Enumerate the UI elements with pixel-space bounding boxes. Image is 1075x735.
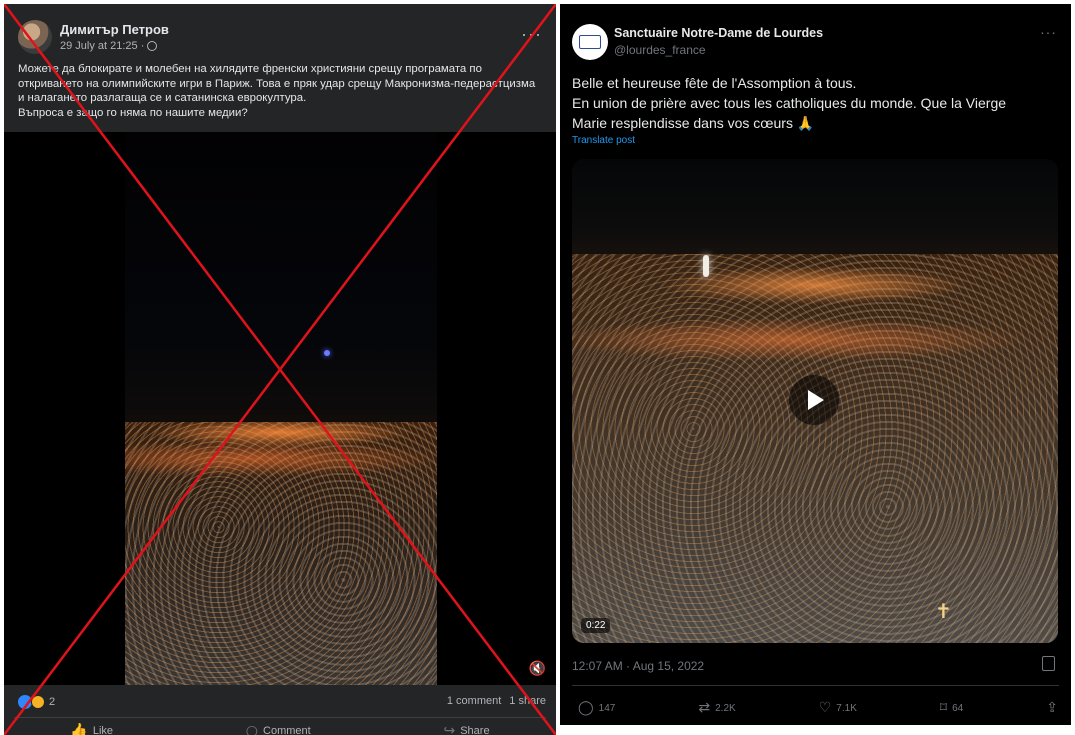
tweet-text-line: En union de prière avec tous les catholi… <box>572 95 1007 111</box>
share-button[interactable]: ⇪ <box>1046 700 1058 716</box>
thumbs-up-icon: 👍 <box>70 723 88 735</box>
heart-icon: ♡ <box>818 700 832 716</box>
twitter-post: Sanctuaire Notre-Dame de Lourdes @lourde… <box>560 4 1071 725</box>
like-label: Like <box>92 725 114 735</box>
video-duration: 0:22 <box>581 618 611 633</box>
play-icon <box>808 390 824 410</box>
post-date-text: 29 July at 21:25 · <box>60 40 145 52</box>
share-icon: ⇪ <box>1046 700 1058 716</box>
tweet-text-line: Belle et heureuse fête de l'Assomption à… <box>572 75 857 91</box>
share-icon: ↪ <box>443 723 456 735</box>
reply-button[interactable]: ◯ 147 <box>578 700 615 716</box>
statue <box>703 255 709 277</box>
candlelight-crowd <box>125 422 437 685</box>
post-text-line: и налагането разлагаща се и сатанинска е… <box>18 92 307 104</box>
post-video[interactable]: 🔇 <box>4 132 556 685</box>
video-light <box>324 350 330 356</box>
like-count: 7.1K <box>836 702 857 714</box>
post-text-line: Въпроса е защо го няма по нашите медии? <box>18 106 248 119</box>
reaction-count: 2 <box>49 696 56 708</box>
candlelight-crowd <box>572 254 1058 643</box>
post-text-line: Можете да блокирате и молебен на хилядит… <box>18 63 482 75</box>
tweet-text: Belle et heureuse fête de l'Assomption à… <box>572 73 1067 133</box>
comment-label: Comment <box>263 725 311 735</box>
globe-icon <box>147 41 158 51</box>
actions-divider <box>572 685 1059 686</box>
sanctuary-logo-icon <box>579 35 601 49</box>
tweet-actions: ◯ 147 ⇄ 2.2K ♡ 7.1K ⌑ 64 ⇪ <box>578 700 1058 716</box>
reply-count: 147 <box>598 702 616 714</box>
like-button[interactable]: 👍 Like <box>70 723 113 735</box>
comment-icon: ○ <box>245 723 259 735</box>
footer-divider <box>14 717 546 718</box>
tweet-video[interactable]: ✝ 0:22 <box>572 159 1058 643</box>
post-actions: 👍 Like ○ Comment ↪ Share <box>4 723 556 735</box>
bookmark-button[interactable]: ⌑ 64 <box>940 700 963 716</box>
author-name[interactable]: Димитър Петров <box>60 22 169 37</box>
facebook-post-header: Димитър Петров 29 July at 21:25 · ··· Мо… <box>4 4 556 132</box>
more-options-button[interactable]: ··· <box>521 24 542 45</box>
author-avatar[interactable] <box>18 20 52 54</box>
bookmark-icon: ⌑ <box>939 700 948 716</box>
reply-icon: ◯ <box>578 700 594 716</box>
shares-count[interactable]: 1 share <box>509 695 546 707</box>
wow-reaction-icon <box>31 695 45 709</box>
facebook-post: Димитър Петров 29 July at 21:25 · ··· Мо… <box>4 4 556 735</box>
engagement-counts: 1 comment 1 share <box>447 695 546 707</box>
play-button[interactable] <box>789 375 839 425</box>
analytics-icon[interactable] <box>1042 656 1055 671</box>
post-text-line: откриването на олимпийските игри в Париж… <box>18 77 536 90</box>
comment-button[interactable]: ○ Comment <box>246 723 311 735</box>
repost-icon: ⇄ <box>698 700 711 716</box>
tweet-timestamp[interactable]: 12:07 AM · Aug 15, 2022 <box>572 659 704 673</box>
cross-icon: ✝ <box>935 601 952 623</box>
post-footer: 2 1 comment 1 share 👍 Like ○ Comment ↪ Shar… <box>4 685 556 735</box>
post-date[interactable]: 29 July at 21:25 · <box>60 40 158 52</box>
account-handle[interactable]: @lourdes_france <box>614 43 706 57</box>
bookmark-count: 64 <box>952 702 964 714</box>
comments-count[interactable]: 1 comment <box>447 695 501 707</box>
repost-count: 2.2K <box>715 702 736 714</box>
mute-icon[interactable]: 🔇 <box>529 660 546 677</box>
account-avatar[interactable] <box>572 24 608 60</box>
share-button[interactable]: ↪ Share <box>443 723 489 735</box>
tweet-text-line: Marie resplendisse dans vos cœurs 🙏 <box>572 115 815 131</box>
account-name[interactable]: Sanctuaire Notre-Dame de Lourdes <box>614 26 823 40</box>
video-frame[interactable] <box>125 132 437 685</box>
post-text: Можете да блокирате и молебен на хилядит… <box>18 62 548 120</box>
repost-button[interactable]: ⇄ 2.2K <box>698 700 735 716</box>
translate-post-link[interactable]: Translate post <box>572 135 635 146</box>
like-button[interactable]: ♡ 7.1K <box>819 700 857 716</box>
like-reaction-icon <box>18 695 32 709</box>
reactions-summary[interactable]: 2 <box>18 695 55 709</box>
share-label: Share <box>460 725 490 735</box>
more-options-button[interactable]: ··· <box>1040 24 1057 40</box>
